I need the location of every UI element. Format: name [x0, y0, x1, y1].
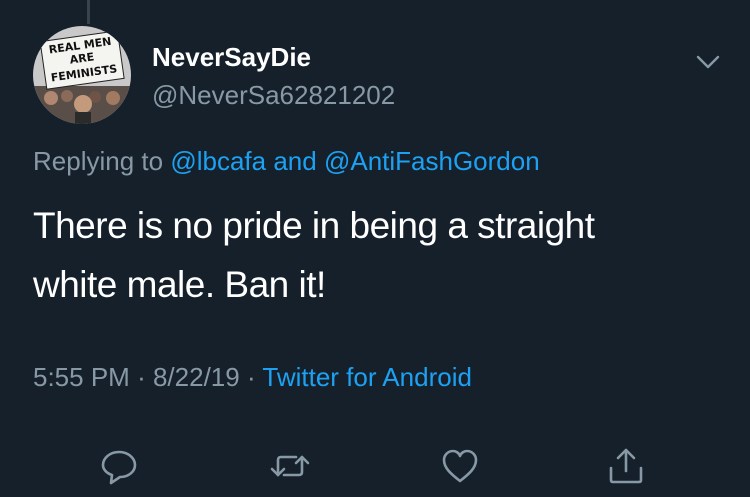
tweet-time: 5:55 PM — [33, 362, 130, 392]
avatar[interactable]: REAL MEN ARE FEMINISTS — [33, 26, 131, 124]
heart-icon — [442, 449, 478, 483]
user-handle[interactable]: @NeverSa62821202 — [152, 80, 395, 111]
more-options-button[interactable] — [694, 50, 722, 74]
retweet-icon — [270, 455, 310, 477]
tweet-source-link[interactable]: Twitter for Android — [262, 362, 472, 392]
retweet-button[interactable] — [268, 444, 312, 488]
mention-link-antifashgordon[interactable]: @AntiFashGordon — [324, 146, 540, 176]
reply-button[interactable] — [97, 444, 141, 488]
tweet-text: There is no pride in being a straight wh… — [33, 196, 723, 314]
reply-icon — [101, 450, 137, 485]
replying-to-line: Replying to @lbcafa and @AntiFashGordon — [33, 146, 540, 177]
mention-connector[interactable]: and — [273, 146, 316, 176]
thread-connector-line — [87, 0, 90, 24]
chevron-down-icon — [696, 55, 720, 69]
avatar-image: REAL MEN ARE FEMINISTS — [33, 26, 131, 124]
meta-separator: · — [246, 362, 256, 392]
share-icon — [609, 448, 643, 484]
tweet-date: 8/22/19 — [152, 362, 240, 392]
tweet-metadata: 5:55 PM · 8/22/19 · Twitter for Android — [33, 362, 472, 393]
tweet-text-line-1: There is no pride in being a straight — [33, 205, 595, 246]
meta-separator: · — [137, 362, 146, 392]
tweet-text-line-2: white male. Ban it! — [33, 264, 326, 305]
share-button[interactable] — [604, 444, 648, 488]
display-name[interactable]: NeverSayDie — [152, 42, 311, 73]
like-button[interactable] — [438, 444, 482, 488]
mention-link-lbcafa[interactable]: @lbcafa — [170, 146, 266, 176]
replying-to-prefix: Replying to — [33, 146, 164, 176]
